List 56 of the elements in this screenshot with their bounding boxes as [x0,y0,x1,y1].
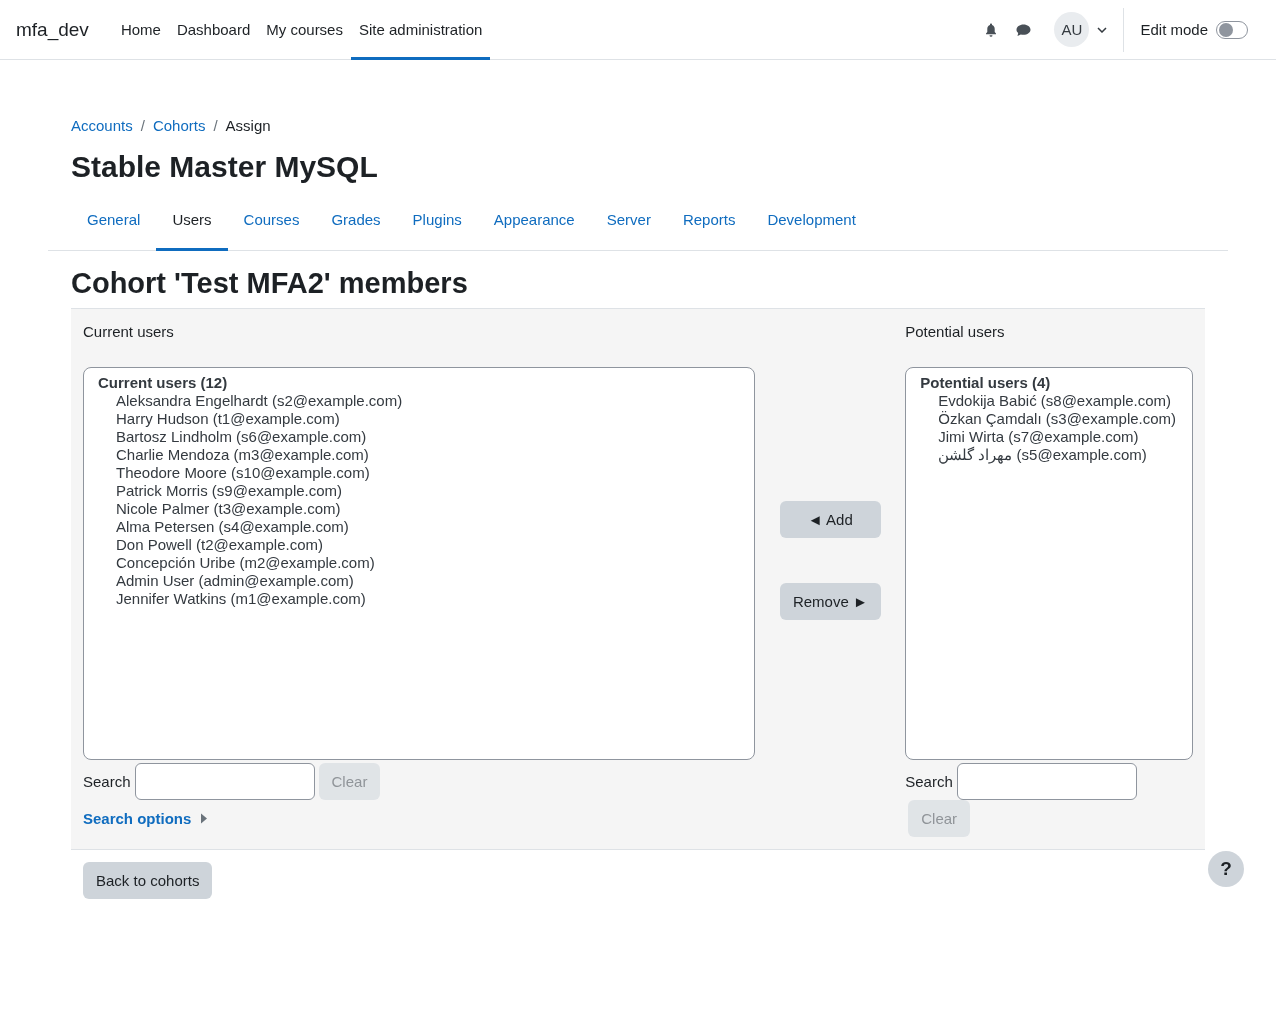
help-button[interactable]: ? [1208,851,1244,887]
tab[interactable]: Users [156,201,228,251]
list-label: Potential users [905,323,1006,340]
search-options-link[interactable]: Search options [83,810,192,827]
nav-link[interactable]: Home [112,0,169,60]
list-option[interactable]: Patrick Morris (s9@example.com) [98,482,741,500]
breadcrumb-link[interactable]: Accounts [71,117,133,134]
list-group-heading: Current users (12) [98,374,229,392]
chevron-down-icon[interactable] [1097,26,1108,33]
list-option[interactable]: Admin User (admin@example.com) [98,572,741,590]
page-title: Stable Master MySQL [71,150,379,184]
list-option[interactable]: Don Powell (t2@example.com) [98,536,741,554]
list-option[interactable]: Concepción Uribe (m2@example.com) [98,554,741,572]
caret-right-icon[interactable] [201,813,208,824]
tab[interactable]: Server [590,201,667,251]
current-users-list[interactable] [83,367,756,760]
search-field[interactable] [956,763,1137,800]
edit-mode-label: Edit mode [1140,21,1208,38]
back-button[interactable]: Back to cohorts [83,862,213,899]
list-option[interactable]: Nicole Palmer (t3@example.com) [98,500,741,518]
list-option[interactable]: Harry Hudson (t1@example.com) [98,410,741,428]
search-field[interactable] [134,763,315,800]
tab[interactable]: Plugins [396,201,478,251]
edit-mode-switch[interactable] [1216,20,1248,39]
current-page-label: Assign [225,117,271,134]
list-group-heading: Potential users (4) [920,374,1052,392]
search-label: Search [905,773,953,790]
separator-text: / [140,117,145,134]
nav-link[interactable]: My courses [258,0,351,60]
nav-link[interactable]: Site administration [350,0,491,60]
list-option[interactable]: Jimi Wirta (s7@example.com) [920,428,1178,446]
breadcrumb-link[interactable]: Cohorts [152,117,206,134]
tab[interactable]: Reports [666,201,752,251]
tab[interactable]: General [71,201,157,251]
user-avatar[interactable]: AU [1054,12,1090,47]
list-option[interactable]: Jennifer Watkins (m1@example.com) [98,590,741,608]
tab[interactable]: Courses [227,201,316,251]
list-option[interactable]: مهراد گلشن (s5@example.com) [920,446,1178,464]
separator-text: / [213,117,218,134]
list-option[interactable]: Alma Petersen (s4@example.com) [98,518,741,536]
move-button[interactable]: Remove ► [779,583,881,620]
tab[interactable]: Development [751,201,872,251]
list-option[interactable]: Aleksandra Engelhardt (s2@example.com) [98,392,741,410]
list-option[interactable]: Evdokija Babić (s8@example.com) [920,392,1178,410]
list-option[interactable]: Theodore Moore (s10@example.com) [98,464,741,482]
list-option[interactable]: Charlie Mendoza (m3@example.com) [98,446,741,464]
nav-link[interactable]: Dashboard [168,0,259,60]
list-label: Current users [83,323,175,340]
site-name[interactable]: mfa_dev [16,18,89,41]
tab[interactable]: Grades [315,201,397,251]
list-option[interactable]: Bartosz Lindholm (s6@example.com) [98,428,741,446]
section-heading: Cohort 'Test MFA2' members [71,267,469,300]
list-option[interactable]: Özkan Çamdalı (s3@example.com) [920,410,1178,428]
search-label: Search [83,773,131,790]
tab[interactable]: Appearance [477,201,591,251]
move-button[interactable]: ◄ Add [779,501,881,538]
